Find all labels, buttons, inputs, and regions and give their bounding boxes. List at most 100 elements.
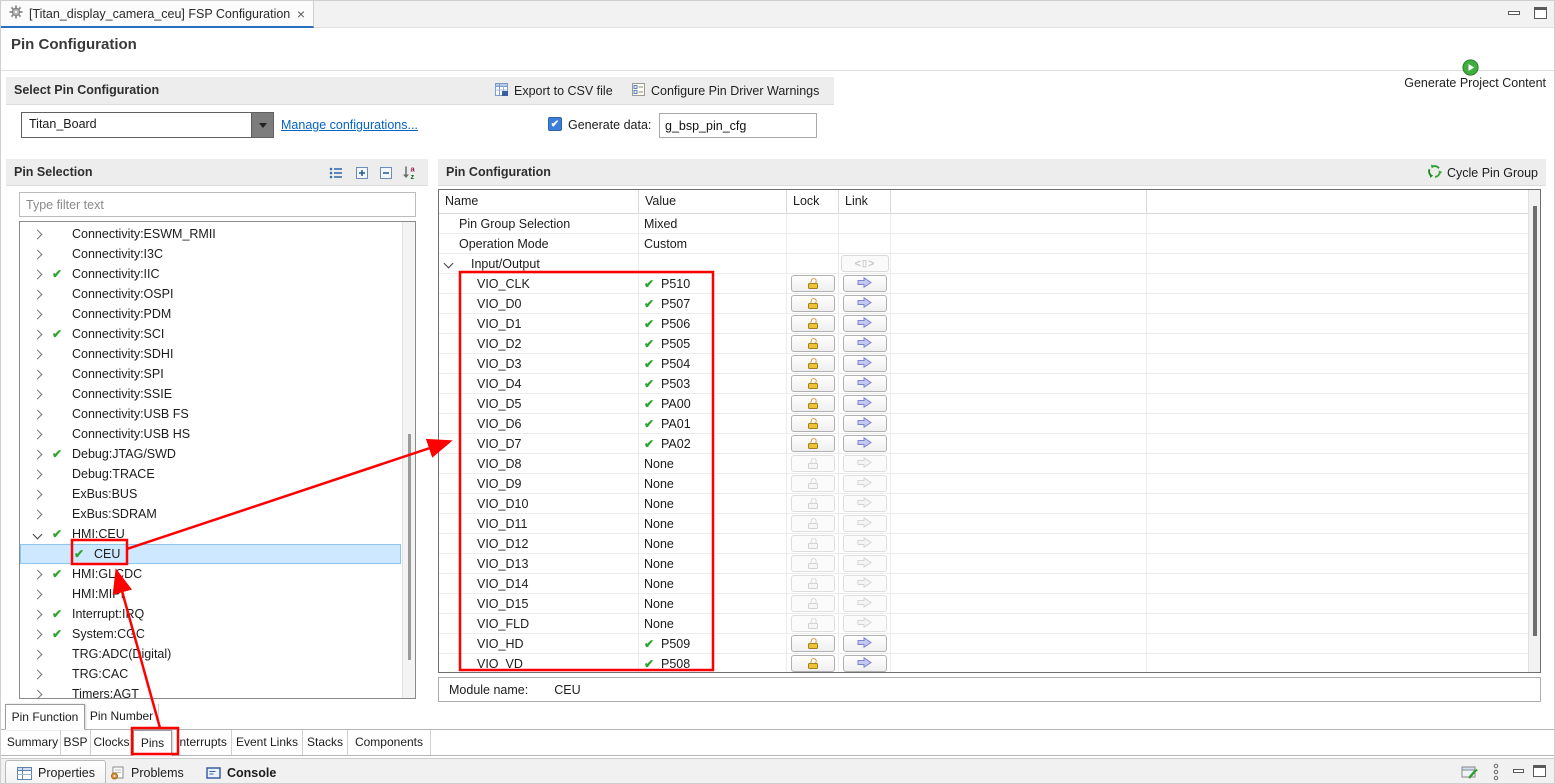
play-icon[interactable] bbox=[1462, 59, 1479, 76]
menu-dots-icon[interactable] bbox=[1492, 763, 1500, 784]
tab-problems[interactable]: Problems bbox=[99, 760, 194, 784]
tree-item-connectivity-i3c[interactable]: Connectivity:I3C bbox=[20, 244, 401, 264]
board-combobox[interactable]: Titan_Board bbox=[21, 112, 274, 138]
lock-button[interactable] bbox=[791, 435, 835, 452]
chevron-right-icon[interactable] bbox=[33, 309, 43, 319]
tree-item-hmi-ceu[interactable]: ✔HMI:CEU bbox=[20, 524, 401, 544]
generate-project-content-button[interactable]: Generate Project Content bbox=[1404, 76, 1546, 90]
editor-tab-fsp-configuration[interactable]: [Titan_display_camera_ceu] FSP Configura… bbox=[1, 1, 314, 28]
chevron-down-icon[interactable] bbox=[33, 529, 43, 539]
tree-item-hmi-glcdc[interactable]: ✔HMI:GLCDC bbox=[20, 564, 401, 584]
chevron-right-icon[interactable] bbox=[33, 569, 43, 579]
tab-pin-number[interactable]: Pin Number bbox=[85, 704, 159, 729]
tree-item-connectivity-usb-hs[interactable]: Connectivity:USB HS bbox=[20, 424, 401, 444]
tree-scrollbar-thumb[interactable] bbox=[408, 434, 411, 660]
chevron-right-icon[interactable] bbox=[33, 669, 43, 679]
tab-properties[interactable]: Properties bbox=[5, 760, 106, 784]
tree-item-timers-agt[interactable]: Timers:AGT bbox=[20, 684, 401, 699]
tree-item-exbus-bus[interactable]: ExBus:BUS bbox=[20, 484, 401, 504]
tree-item-connectivity-sdhi[interactable]: Connectivity:SDHI bbox=[20, 344, 401, 364]
chevron-right-icon[interactable] bbox=[33, 389, 43, 399]
minimize-view-icon[interactable] bbox=[1513, 769, 1524, 773]
chevron-right-icon[interactable] bbox=[33, 269, 43, 279]
lock-button[interactable] bbox=[791, 295, 835, 312]
link-button[interactable] bbox=[843, 355, 887, 372]
tab-console[interactable]: Console bbox=[195, 760, 286, 784]
tab-clocks[interactable]: Clocks bbox=[91, 730, 133, 755]
open-console-icon[interactable] bbox=[1461, 764, 1479, 783]
tree-item-ceu[interactable]: ✔CEU bbox=[20, 544, 401, 564]
tree-item-debug-trace[interactable]: Debug:TRACE bbox=[20, 464, 401, 484]
tab-components[interactable]: Components bbox=[348, 730, 431, 755]
chevron-right-icon[interactable] bbox=[33, 429, 43, 439]
combo-dropdown-icon[interactable] bbox=[251, 113, 273, 137]
tree-item-connectivity-ssie[interactable]: Connectivity:SSIE bbox=[20, 384, 401, 404]
tab-pins[interactable]: Pins bbox=[133, 730, 172, 756]
tab-stacks[interactable]: Stacks bbox=[303, 730, 348, 755]
lock-button[interactable] bbox=[791, 655, 835, 672]
chevron-right-icon[interactable] bbox=[33, 609, 43, 619]
tab-bsp[interactable]: BSP bbox=[61, 730, 91, 755]
tree-item-connectivity-ospi[interactable]: Connectivity:OSPI bbox=[20, 284, 401, 304]
chevron-right-icon[interactable] bbox=[33, 589, 43, 599]
expand-all-icon[interactable] bbox=[353, 164, 370, 181]
tree-item-hmi-mipi[interactable]: HMI:MIPI bbox=[20, 584, 401, 604]
maximize-view-icon[interactable] bbox=[1533, 765, 1546, 777]
link-button[interactable] bbox=[843, 415, 887, 432]
link-button[interactable] bbox=[843, 635, 887, 652]
tree-item-connectivity-sci[interactable]: ✔Connectivity:SCI bbox=[20, 324, 401, 344]
link-button[interactable] bbox=[843, 335, 887, 352]
link-button[interactable] bbox=[843, 295, 887, 312]
lock-button[interactable] bbox=[791, 395, 835, 412]
chevron-right-icon[interactable] bbox=[33, 489, 43, 499]
link-button[interactable] bbox=[843, 315, 887, 332]
chevron-right-icon[interactable] bbox=[33, 289, 43, 299]
cycle-pin-group-button[interactable]: Cycle Pin Group bbox=[1427, 162, 1538, 183]
configure-pin-driver-warnings-button[interactable]: Configure Pin Driver Warnings bbox=[631, 80, 819, 102]
tab-summary[interactable]: Summary bbox=[5, 730, 61, 755]
tree-scrollbar[interactable] bbox=[402, 222, 415, 698]
chevron-right-icon[interactable] bbox=[33, 249, 43, 259]
maximize-icon[interactable] bbox=[1534, 7, 1547, 19]
collapse-all-icon[interactable] bbox=[377, 164, 394, 181]
link-button[interactable] bbox=[843, 435, 887, 452]
tab-event-links[interactable]: Event Links bbox=[232, 730, 303, 755]
lock-button[interactable] bbox=[791, 315, 835, 332]
manage-configurations-link[interactable]: Manage configurations... bbox=[281, 112, 418, 138]
chevron-right-icon[interactable] bbox=[33, 369, 43, 379]
tree-item-connectivity-eswm-rmii[interactable]: Connectivity:ESWM_RMII bbox=[20, 224, 401, 244]
chevron-right-icon[interactable] bbox=[33, 509, 43, 519]
table-scrollbar[interactable] bbox=[1528, 190, 1540, 672]
tree-item-connectivity-iic[interactable]: ✔Connectivity:IIC bbox=[20, 264, 401, 284]
sort-az-icon[interactable]: az bbox=[401, 164, 418, 181]
close-icon[interactable]: × bbox=[297, 7, 305, 21]
chevron-right-icon[interactable] bbox=[33, 469, 43, 479]
tree-item-connectivity-usb-fs[interactable]: Connectivity:USB FS bbox=[20, 404, 401, 424]
minimize-icon[interactable] bbox=[1508, 11, 1520, 15]
lock-button[interactable] bbox=[791, 275, 835, 292]
lock-button[interactable] bbox=[791, 335, 835, 352]
lock-button[interactable] bbox=[791, 415, 835, 432]
list-icon[interactable] bbox=[327, 164, 344, 181]
chevron-right-icon[interactable] bbox=[33, 349, 43, 359]
tree-item-trg-adc-digital[interactable]: TRG:ADC(Digital) bbox=[20, 644, 401, 664]
tree-item-trg-cac[interactable]: TRG:CAC bbox=[20, 664, 401, 684]
link-button[interactable] bbox=[843, 275, 887, 292]
chevron-right-icon[interactable] bbox=[33, 689, 43, 699]
tree-filter-input[interactable] bbox=[20, 193, 415, 216]
chevron-right-icon[interactable] bbox=[33, 409, 43, 419]
tree-item-interrupt-irq[interactable]: ✔Interrupt:IRQ bbox=[20, 604, 401, 624]
link-button[interactable] bbox=[843, 375, 887, 392]
lock-button[interactable] bbox=[791, 355, 835, 372]
tab-pin-function[interactable]: Pin Function bbox=[5, 704, 85, 730]
generate-data-input[interactable] bbox=[659, 113, 817, 138]
chevron-down-icon[interactable] bbox=[444, 259, 454, 269]
link-button[interactable] bbox=[843, 655, 887, 672]
tab-interrupts[interactable]: Interrupts bbox=[172, 730, 232, 755]
tree-item-system-cgc[interactable]: ✔System:CGC bbox=[20, 624, 401, 644]
chevron-right-icon[interactable] bbox=[33, 449, 43, 459]
link-button[interactable] bbox=[843, 395, 887, 412]
chevron-right-icon[interactable] bbox=[33, 629, 43, 639]
chevron-right-icon[interactable] bbox=[33, 229, 43, 239]
chevron-right-icon[interactable] bbox=[33, 329, 43, 339]
